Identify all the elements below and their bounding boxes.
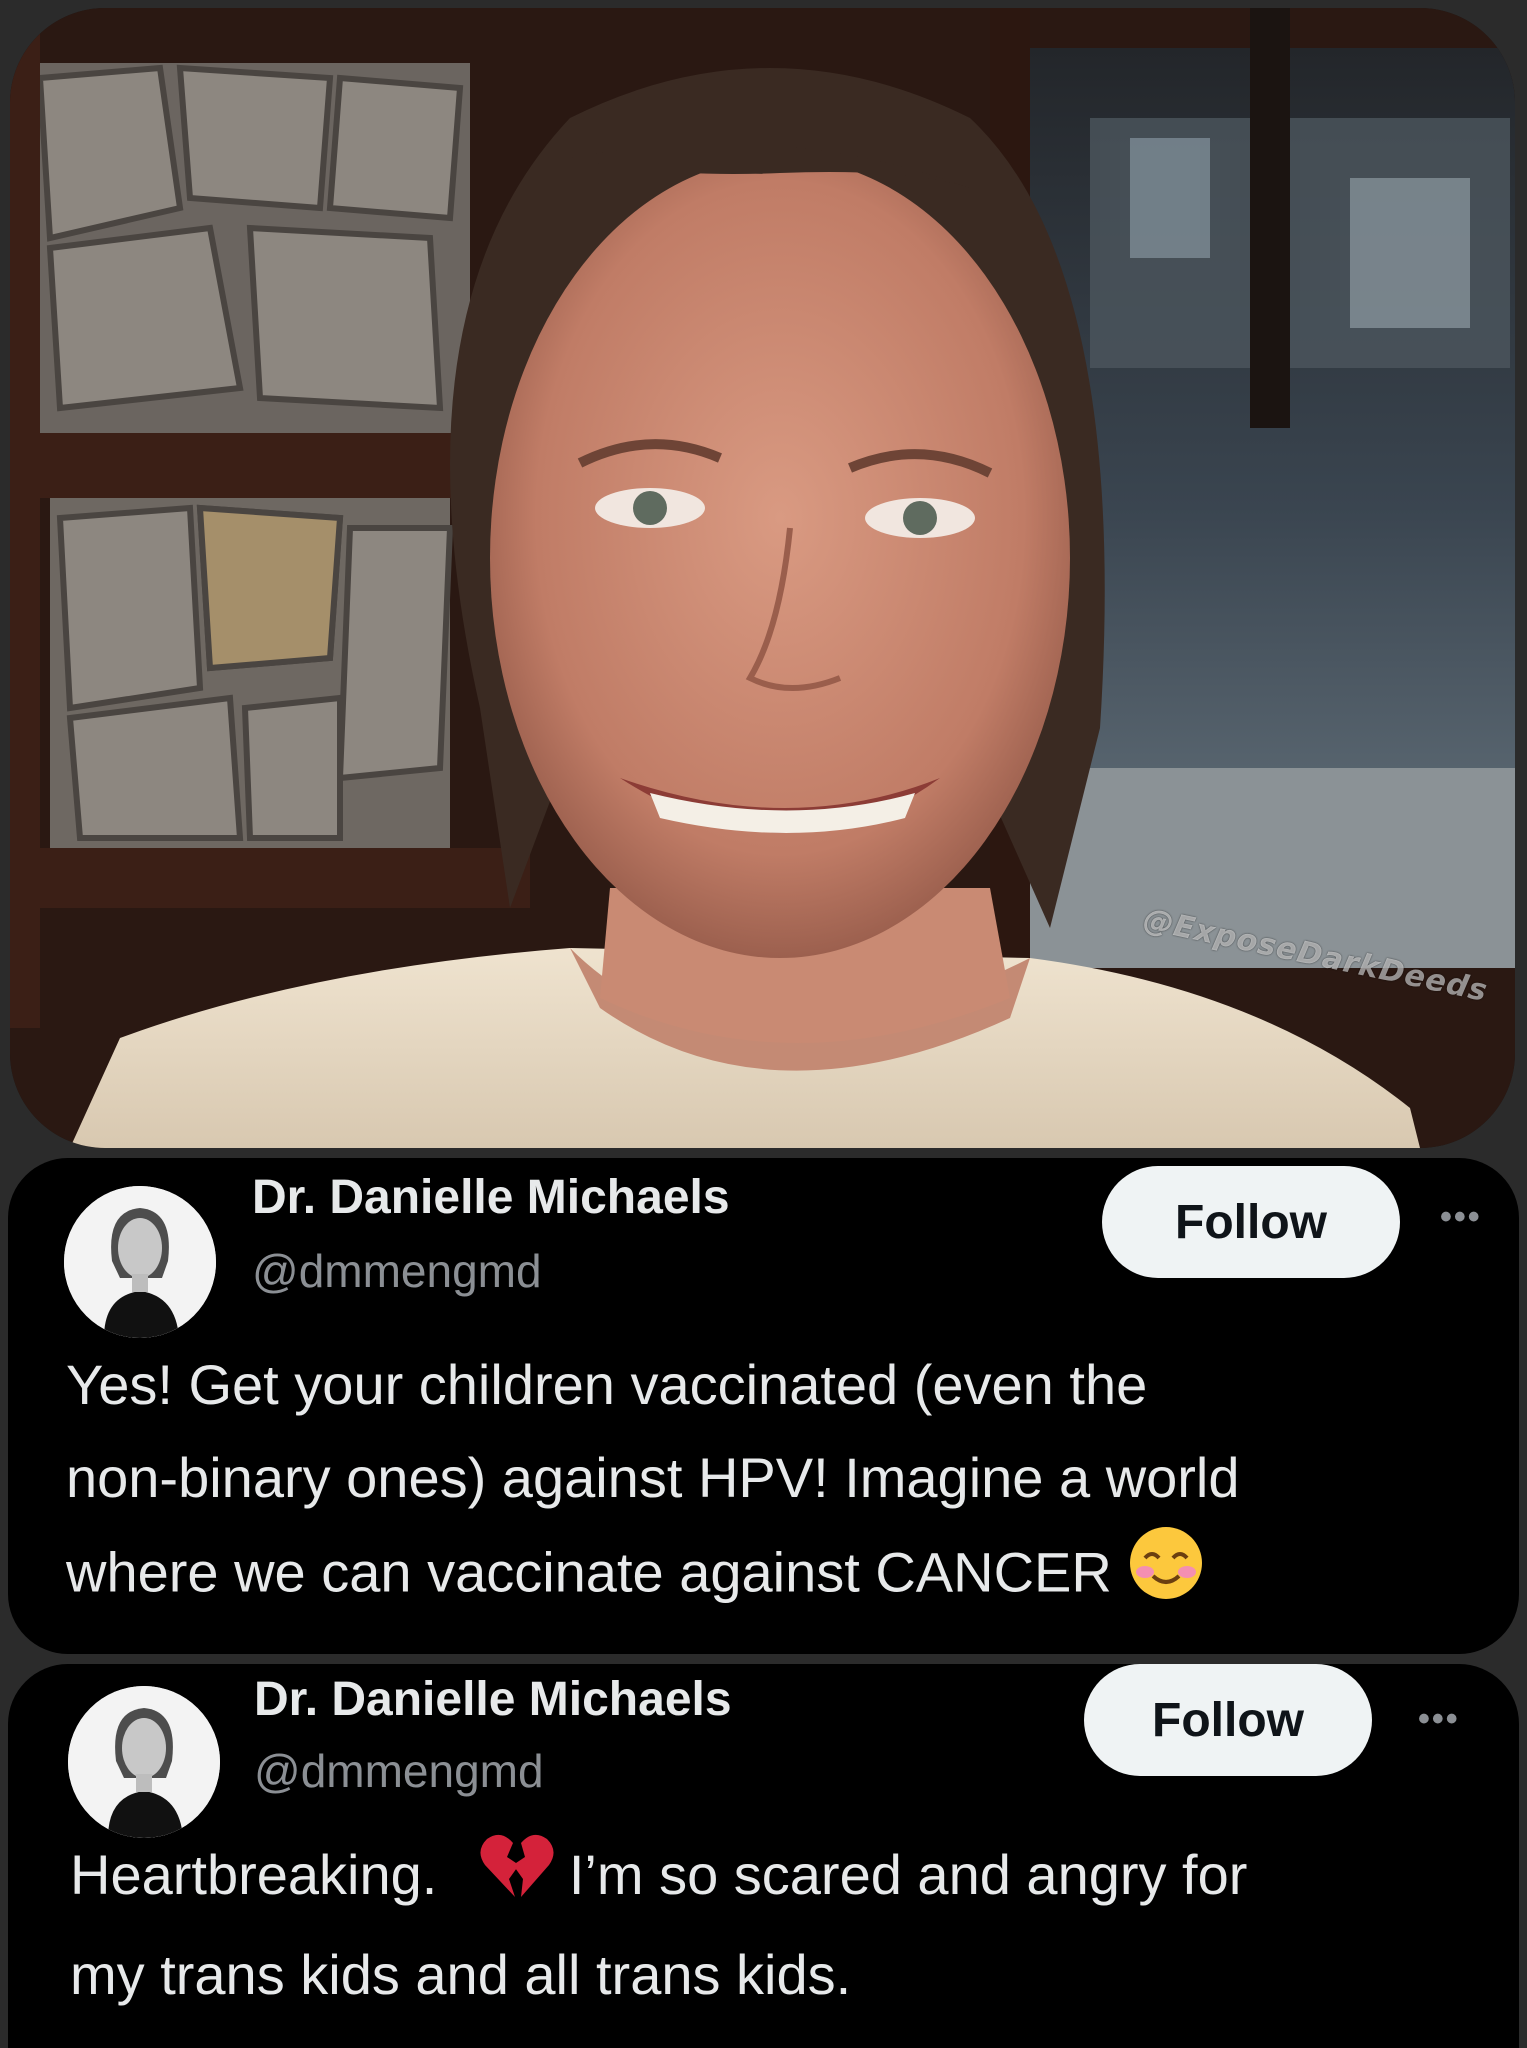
avatar[interactable] (64, 1186, 216, 1338)
tweet-line-text: I’m so scared and angry for (568, 1843, 1248, 1906)
more-options-icon[interactable]: ••• (1440, 1198, 1482, 1237)
tweet-card: Dr. Danielle Michaels @dmmengmd Follow •… (8, 1664, 1519, 2048)
tweet-text: Yes! Get your children vaccinated (even … (66, 1338, 1240, 1629)
display-name[interactable]: Dr. Danielle Michaels (254, 1672, 732, 1727)
tweet-line-text: Heartbreaking. (70, 1843, 438, 1906)
avatar[interactable] (68, 1686, 220, 1838)
broken-heart-icon (479, 1831, 555, 1928)
tweet-line: Heartbreaking. I’m so scared and angry f… (70, 1828, 1247, 1928)
follow-button[interactable]: Follow (1102, 1166, 1400, 1278)
profile-photo: @ExposeDarkDeeds (10, 8, 1515, 1148)
tweet-card: Dr. Danielle Michaels @dmmengmd Follow •… (8, 1158, 1519, 1654)
user-handle[interactable]: @dmmengmd (254, 1744, 544, 1798)
tweet-line: Yes! Get your children vaccinated (even … (66, 1353, 1148, 1416)
follow-button[interactable]: Follow (1084, 1664, 1372, 1776)
avatar-image (68, 1686, 220, 1838)
tweet-line: my trans kids and all trans kids. (70, 1942, 852, 2006)
more-options-icon[interactable]: ••• (1418, 1700, 1460, 1739)
avatar-image (64, 1186, 216, 1338)
selfie-image (10, 8, 1515, 1148)
display-name[interactable]: Dr. Danielle Michaels (252, 1170, 730, 1225)
smiling-face-with-smiling-eyes-icon (1127, 1524, 1205, 1629)
tweet-line: non-binary ones) against HPV! Imagine a … (66, 1446, 1240, 1509)
tweet-line-text: where we can vaccinate against CANCER (66, 1540, 1112, 1604)
tweet-line: where we can vaccinate against CANCER (66, 1524, 1240, 1629)
user-handle[interactable]: @dmmengmd (252, 1244, 542, 1298)
tweet-text: Heartbreaking. I’m so scared and angry f… (70, 1828, 1247, 2021)
